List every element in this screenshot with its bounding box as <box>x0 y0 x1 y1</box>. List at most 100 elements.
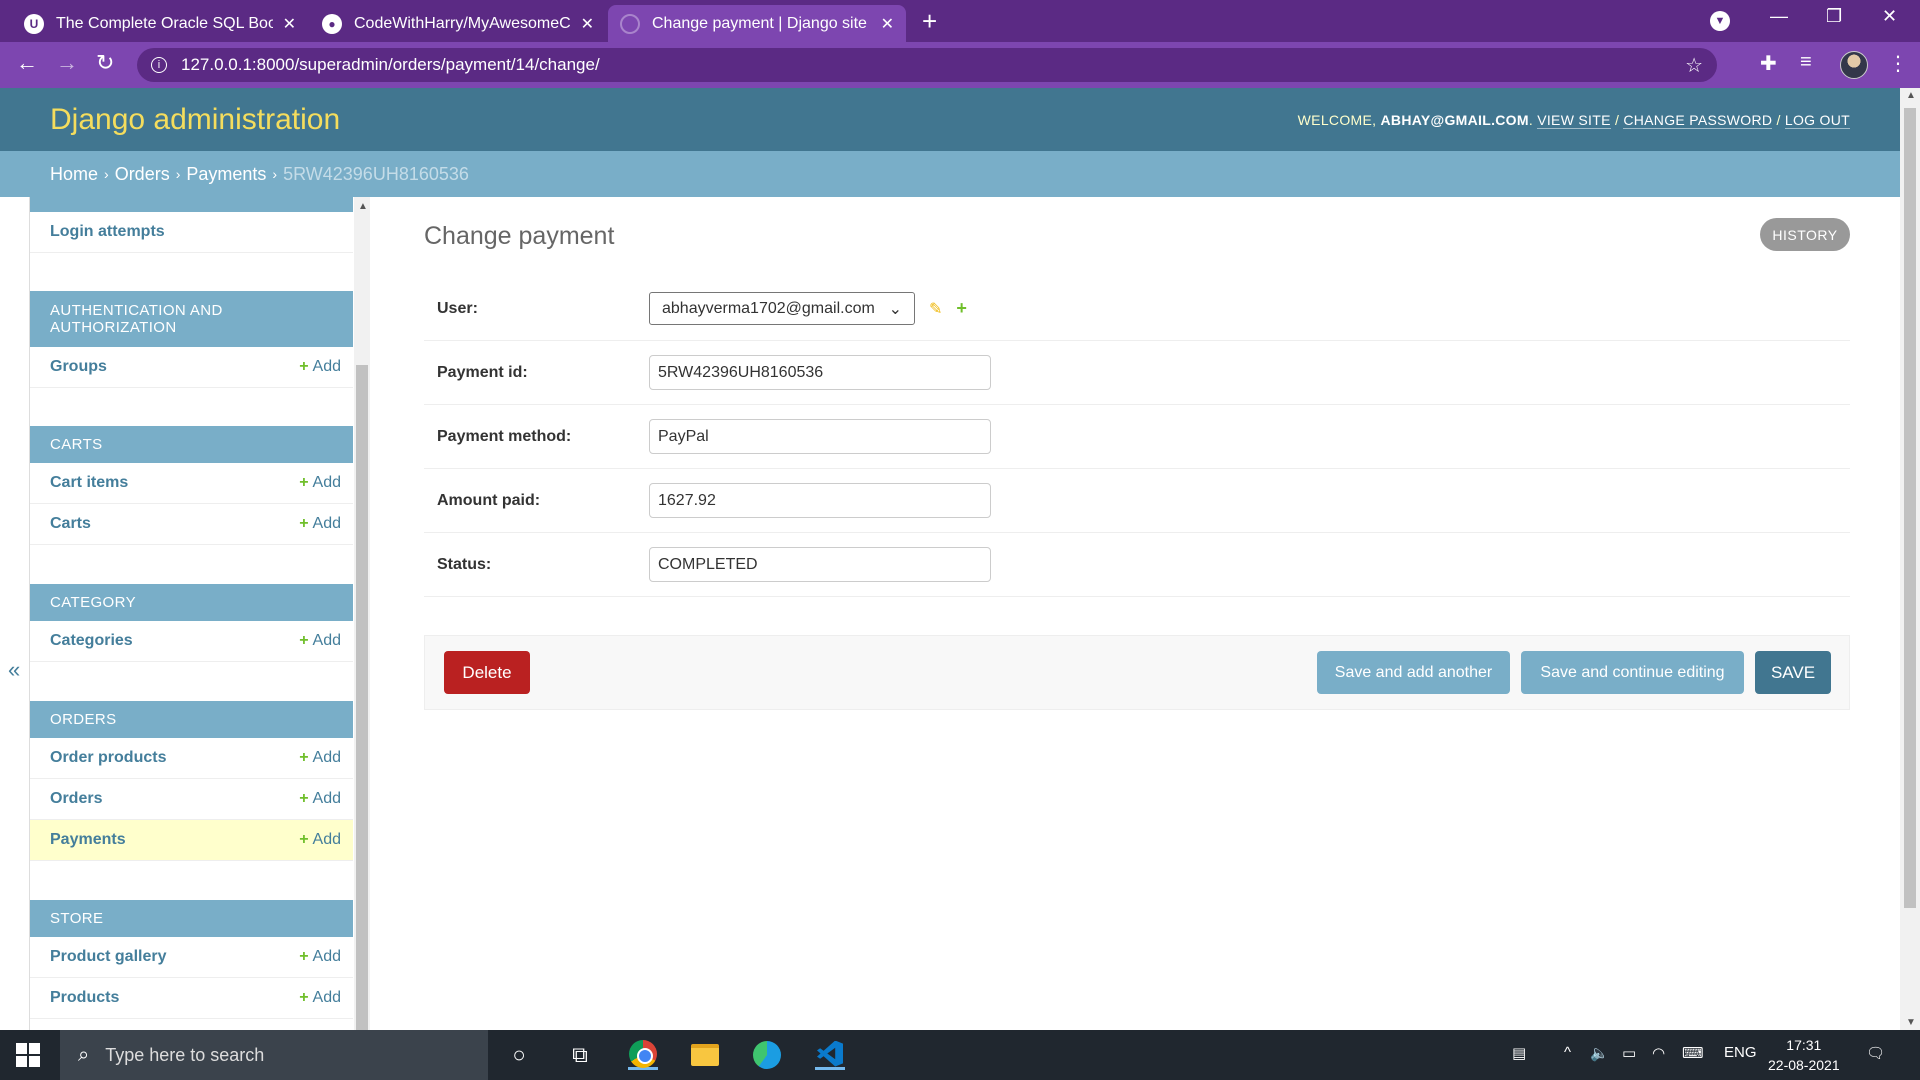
browser-tab-3[interactable]: Change payment | Django site admin ✕ <box>608 5 906 42</box>
sidebar-item-label[interactable]: Categories <box>50 632 299 650</box>
sidebar-item-label[interactable]: Groups <box>50 358 299 376</box>
breadcrumb-orders[interactable]: Orders <box>115 164 170 185</box>
module-caption[interactable]: CATEGORY <box>30 584 353 621</box>
scroll-down-icon[interactable]: ▼ <box>1906 1017 1916 1028</box>
save-button[interactable]: SAVE <box>1755 651 1831 694</box>
save-add-another-button[interactable]: Save and add another <box>1317 651 1510 694</box>
save-continue-button[interactable]: Save and continue editing <box>1521 651 1744 694</box>
chevron-up-icon[interactable]: ^ <box>1564 1044 1571 1061</box>
add-link[interactable]: Add <box>313 515 341 533</box>
log-out-link[interactable]: LOG OUT <box>1784 112 1850 129</box>
sidebar-item-label[interactable]: Payments <box>50 831 299 849</box>
sidebar-item-login-attempts[interactable]: Login attempts <box>30 212 353 253</box>
sidebar-toggle[interactable]: « <box>0 197 30 1030</box>
payment-method-field[interactable]: PayPal <box>649 419 991 454</box>
user-select[interactable]: abhayverma1702@gmail.com ⌄ <box>649 292 915 325</box>
restore-icon[interactable]: ❐ <box>1826 6 1842 27</box>
keyboard-icon[interactable]: ⌨ <box>1682 1044 1704 1062</box>
media-control-icon[interactable]: ≡ <box>1800 51 1812 74</box>
delete-button[interactable]: Delete <box>444 651 530 694</box>
news-icon[interactable]: ▤ <box>1512 1044 1526 1062</box>
chrome-taskbar-button[interactable] <box>628 1039 658 1070</box>
file-explorer-button[interactable] <box>690 1040 720 1070</box>
sidebar-item-label[interactable]: Order products <box>50 749 299 767</box>
window-close-icon[interactable]: ✕ <box>1882 6 1897 27</box>
sidebar-item-payments[interactable]: Payments + Add <box>30 820 353 861</box>
module-caption[interactable]: AUTHENTICATION AND AUTHORIZATION <box>30 291 353 347</box>
address-bar[interactable]: i 127.0.0.1:8000/superadmin/orders/payme… <box>137 48 1717 82</box>
amount-paid-field[interactable]: 1627.92 <box>649 483 991 518</box>
add-link[interactable]: Add <box>313 749 341 767</box>
scrollbar-thumb[interactable] <box>1904 108 1916 908</box>
sidebar-item-label[interactable]: Product gallery <box>50 948 299 966</box>
site-branding[interactable]: Django administration <box>50 103 340 137</box>
taskbar-clock[interactable]: 17:31 22-08-2021 <box>1768 1035 1840 1075</box>
sidebar-item-products[interactable]: Products + Add <box>30 978 353 1019</box>
sidebar-item-label[interactable]: Carts <box>50 515 299 533</box>
sidebar-item-label[interactable]: Login attempts <box>50 223 341 241</box>
module-caption[interactable]: STORE <box>30 900 353 937</box>
extensions-icon[interactable]: ✚ <box>1760 51 1777 76</box>
edit-related-icon[interactable]: ✎ <box>929 299 942 319</box>
language-indicator[interactable]: ENG <box>1724 1044 1757 1061</box>
add-related-icon[interactable]: + <box>956 298 967 319</box>
add-link[interactable]: Add <box>313 358 341 376</box>
form-row-payment-method: Payment method: PayPal <box>424 405 1850 469</box>
scrollbar-thumb[interactable] <box>356 365 368 1030</box>
profile-avatar[interactable] <box>1840 51 1868 79</box>
history-button[interactable]: HISTORY <box>1760 218 1850 251</box>
close-icon[interactable]: ✕ <box>881 14 894 34</box>
volume-icon[interactable]: 🔈 <box>1590 1044 1609 1062</box>
add-link[interactable]: Add <box>313 632 341 650</box>
sidebar-item-label[interactable]: Orders <box>50 790 299 808</box>
view-site-link[interactable]: VIEW SITE <box>1537 112 1611 129</box>
status-field[interactable]: COMPLETED <box>649 547 991 582</box>
breadcrumb-payments[interactable]: Payments <box>186 164 266 185</box>
menu-kebab-icon[interactable]: ⋮ <box>1888 51 1908 76</box>
taskbar-search[interactable]: ⌕ Type here to search <box>60 1030 488 1080</box>
vscode-button[interactable] <box>815 1040 845 1070</box>
sidebar-item-carts[interactable]: Carts + Add <box>30 504 353 545</box>
edge-button[interactable] <box>752 1040 782 1070</box>
sidebar-item-categories[interactable]: Categories + Add <box>30 621 353 662</box>
browser-tab-2[interactable]: ● CodeWithHarry/MyAwesomeCart ✕ <box>310 5 606 42</box>
new-tab-icon[interactable]: + <box>922 7 937 35</box>
scroll-up-icon[interactable]: ▲ <box>1906 90 1916 101</box>
add-link[interactable]: Add <box>313 790 341 808</box>
sidebar-item-label[interactable]: Cart items <box>50 474 299 492</box>
wifi-icon[interactable]: ◠ <box>1652 1044 1665 1062</box>
back-icon[interactable]: ← <box>16 50 38 76</box>
scroll-up-icon[interactable]: ▲ <box>358 201 368 212</box>
payment-id-field[interactable]: 5RW42396UH8160536 <box>649 355 991 390</box>
tab-search-icon[interactable]: ▼ <box>1710 11 1730 31</box>
close-icon[interactable]: ✕ <box>581 14 594 34</box>
task-view-icon[interactable]: ⧉ <box>565 1040 595 1070</box>
site-info-icon[interactable]: i <box>151 57 167 73</box>
bookmark-star-icon[interactable]: ☆ <box>1685 53 1703 78</box>
add-link[interactable]: Add <box>313 948 341 966</box>
add-link[interactable]: Add <box>313 989 341 1007</box>
sidebar-item-cart-items[interactable]: Cart items + Add <box>30 463 353 504</box>
module-caption[interactable]: CARTS <box>30 426 353 463</box>
sidebar-item-product-gallery[interactable]: Product gallery + Add <box>30 937 353 978</box>
browser-tab-1[interactable]: U The Complete Oracle SQL Bootcamp ✕ <box>12 5 308 42</box>
cortana-icon[interactable]: ○ <box>504 1040 534 1070</box>
change-password-link[interactable]: CHANGE PASSWORD <box>1623 112 1773 129</box>
breadcrumb-home[interactable]: Home <box>50 164 98 185</box>
sidebar-item-groups[interactable]: Groups + Add <box>30 347 353 388</box>
add-link[interactable]: Add <box>313 474 341 492</box>
page-scrollbar[interactable]: ▲ ▼ <box>1900 88 1920 1030</box>
notifications-icon[interactable]: 🗨 <box>1866 1044 1885 1062</box>
add-link[interactable]: Add <box>313 831 341 849</box>
close-icon[interactable]: ✕ <box>283 14 296 34</box>
sidebar-scrollbar[interactable]: ▲ <box>354 197 370 1030</box>
sidebar-item-order-products[interactable]: Order products + Add <box>30 738 353 779</box>
reload-icon[interactable]: ↻ <box>96 50 114 76</box>
sidebar-item-label[interactable]: Products <box>50 989 299 1007</box>
battery-icon[interactable]: ▭ <box>1622 1044 1636 1062</box>
windows-start-icon[interactable] <box>16 1043 40 1067</box>
module-caption[interactable]: ORDERS <box>30 701 353 738</box>
minimize-icon[interactable]: — <box>1770 6 1788 27</box>
forward-icon[interactable]: → <box>56 50 78 76</box>
sidebar-item-orders[interactable]: Orders + Add <box>30 779 353 820</box>
